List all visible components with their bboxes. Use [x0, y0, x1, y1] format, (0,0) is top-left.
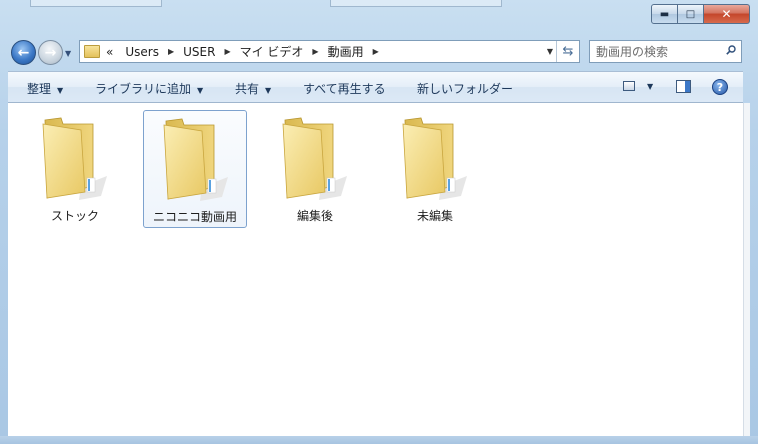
minimize-button[interactable]: ▬ — [651, 4, 678, 24]
play-all-label: すべて再生する — [303, 82, 386, 96]
folder-label: 編集後 — [296, 209, 333, 223]
add-to-library-button[interactable]: ライブラリに追加 ▼ — [95, 80, 203, 97]
folder-icon — [402, 117, 467, 200]
chevron-right-icon[interactable]: ▶ — [373, 47, 379, 56]
close-button[interactable]: ✕ — [704, 4, 750, 24]
play-all-button[interactable]: すべて再生する — [303, 80, 386, 97]
search-input[interactable] — [596, 44, 716, 59]
window-bottom-edge[interactable] — [0, 436, 758, 444]
search-icon[interactable] — [726, 45, 736, 55]
chevron-down-icon[interactable]: ▼ — [547, 47, 553, 56]
chevron-down-icon: ▼ — [197, 86, 204, 95]
organize-label: 整理 — [27, 82, 52, 96]
breadcrumb-my-videos[interactable]: マイ ビデオ — [240, 43, 304, 60]
folder-item-edited[interactable]: 編集後 — [263, 110, 367, 228]
recent-pages-dropdown[interactable]: ▼ — [65, 49, 71, 58]
chevron-down-icon: ▼ — [265, 86, 272, 95]
share-button[interactable]: 共有 ▼ — [235, 80, 271, 97]
folder-icon — [163, 118, 228, 201]
chevron-right-icon[interactable]: ▶ — [224, 47, 230, 56]
chevron-down-icon[interactable]: ▼ — [647, 82, 653, 91]
folder-label: ストック — [50, 209, 99, 223]
background-window-edge — [30, 0, 162, 7]
folder-item-niconico[interactable]: ニコニコ動画用 — [143, 110, 247, 228]
share-label: 共有 — [235, 82, 260, 96]
breadcrumb: « Users ▶ USER ▶ マイ ビデオ ▶ 動画用 ▶ — [106, 43, 388, 60]
breadcrumb-user[interactable]: USER — [183, 45, 215, 59]
maximize-button[interactable]: □ — [678, 4, 704, 24]
file-list[interactable]: ストック ニコニコ動画用 編集後 未編集 — [8, 103, 743, 436]
caption-buttons: ▬ □ ✕ — [651, 4, 750, 24]
folder-label: ニコニコ動画用 — [152, 210, 237, 224]
address-bar[interactable]: « Users ▶ USER ▶ マイ ビデオ ▶ 動画用 ▶ ▼ ⇆ — [79, 40, 580, 63]
breadcrumb-douga[interactable]: 動画用 — [328, 43, 364, 60]
explorer-window: ▬ □ ✕ ← → ▼ « Users ▶ USER ▶ マイ ビデオ ▶ 動画… — [0, 0, 758, 444]
refresh-icon[interactable]: ⇆ — [556, 41, 579, 62]
background-window-edge — [330, 0, 502, 7]
new-folder-button[interactable]: 新しいフォルダー — [417, 80, 513, 97]
folder-icon — [42, 117, 107, 200]
organize-button[interactable]: 整理 ▼ — [27, 80, 63, 97]
chevron-down-icon: ▼ — [57, 86, 64, 95]
search-box[interactable] — [589, 40, 742, 63]
help-icon[interactable]: ? — [712, 79, 728, 95]
chevron-right-icon[interactable]: ▶ — [168, 47, 174, 56]
view-icon[interactable] — [623, 81, 635, 91]
preview-pane-icon[interactable] — [676, 80, 691, 93]
breadcrumb-overflow[interactable]: « — [106, 45, 113, 59]
add-to-library-label: ライブラリに追加 — [95, 82, 192, 96]
folder-icon — [84, 45, 100, 58]
new-folder-label: 新しいフォルダー — [417, 82, 514, 96]
folder-label: 未編集 — [416, 209, 453, 223]
folder-item-unedited[interactable]: 未編集 — [383, 110, 487, 228]
folder-icon — [282, 117, 347, 200]
breadcrumb-users[interactable]: Users — [125, 45, 159, 59]
back-button[interactable]: ← — [11, 40, 36, 65]
command-bar: 整理 ▼ ライブラリに追加 ▼ 共有 ▼ すべて再生する 新しいフォルダー ▼ ? — [8, 71, 743, 103]
folder-item-stock[interactable]: ストック — [23, 110, 127, 228]
forward-button[interactable]: → — [38, 40, 63, 65]
window-right-edge — [743, 103, 750, 436]
chevron-right-icon[interactable]: ▶ — [312, 47, 318, 56]
